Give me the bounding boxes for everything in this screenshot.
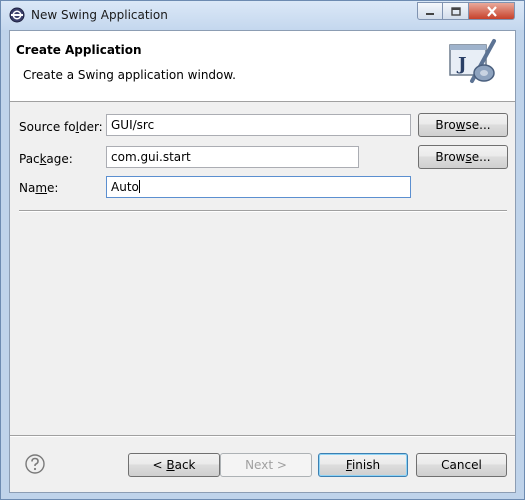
package-label: Package: [19,152,73,166]
name-label-mnemonic: m [35,181,48,195]
next-button[interactable]: Next > [220,453,312,477]
maximize-button[interactable] [443,2,469,20]
source-folder-label-text-b: der: [78,120,103,134]
back-label-b: ack [174,458,196,472]
form-separator [19,210,507,212]
browse-label-a: Brow [435,150,466,164]
wizard-header: Create Application Create a Swing applic… [10,31,515,102]
cancel-button[interactable]: Cancel [416,453,507,477]
header-description: Create a Swing application window. [23,68,236,82]
close-icon [486,6,497,17]
finish-button[interactable]: Finish [318,453,408,477]
back-label-a: < [152,458,167,472]
minimize-button[interactable] [417,2,443,20]
browse-label-b: se... [465,118,491,132]
java-swing-wizard-icon: J [449,39,496,83]
source-folder-field[interactable]: GUI/src [106,114,411,136]
title-bar[interactable]: New Swing Application [1,1,524,30]
close-button[interactable] [469,2,515,20]
maximize-icon [450,7,461,16]
name-label: Name: [19,181,58,195]
back-button[interactable]: < Back [128,453,220,477]
browse-mnemonic: w [455,118,466,132]
svg-text:J: J [456,54,467,75]
source-folder-label-text-a: Source fo [19,120,76,134]
name-field[interactable]: Auto [106,176,411,198]
name-label-text-a: Na [19,181,36,195]
dialog-client-area: Create Application Create a Swing applic… [9,30,516,493]
browse-label-b: e... [471,150,491,164]
eclipse-icon[interactable] [9,7,25,23]
dialog-window: New Swing Application Create Application… [0,0,525,500]
button-bar-separator [10,435,515,437]
package-field[interactable]: com.gui.start [106,146,359,168]
name-label-text-b: e: [47,181,59,195]
minimize-icon [426,13,434,15]
text-caret [138,180,140,193]
source-folder-label: Source folder: [19,120,103,134]
package-label-text-b: age: [46,152,73,166]
package-label-text-a: Pac [19,152,40,166]
back-mnemonic: B [166,458,175,472]
browse-label-a: Bro [435,118,456,132]
help-icon[interactable] [25,454,45,474]
window-title: New Swing Application [31,8,168,22]
package-browse-button[interactable]: Browse... [418,145,508,169]
name-field-value: Auto [111,180,139,194]
source-folder-browse-button[interactable]: Browse... [418,113,508,137]
header-title: Create Application [16,43,142,57]
finish-label: inish [351,458,381,472]
